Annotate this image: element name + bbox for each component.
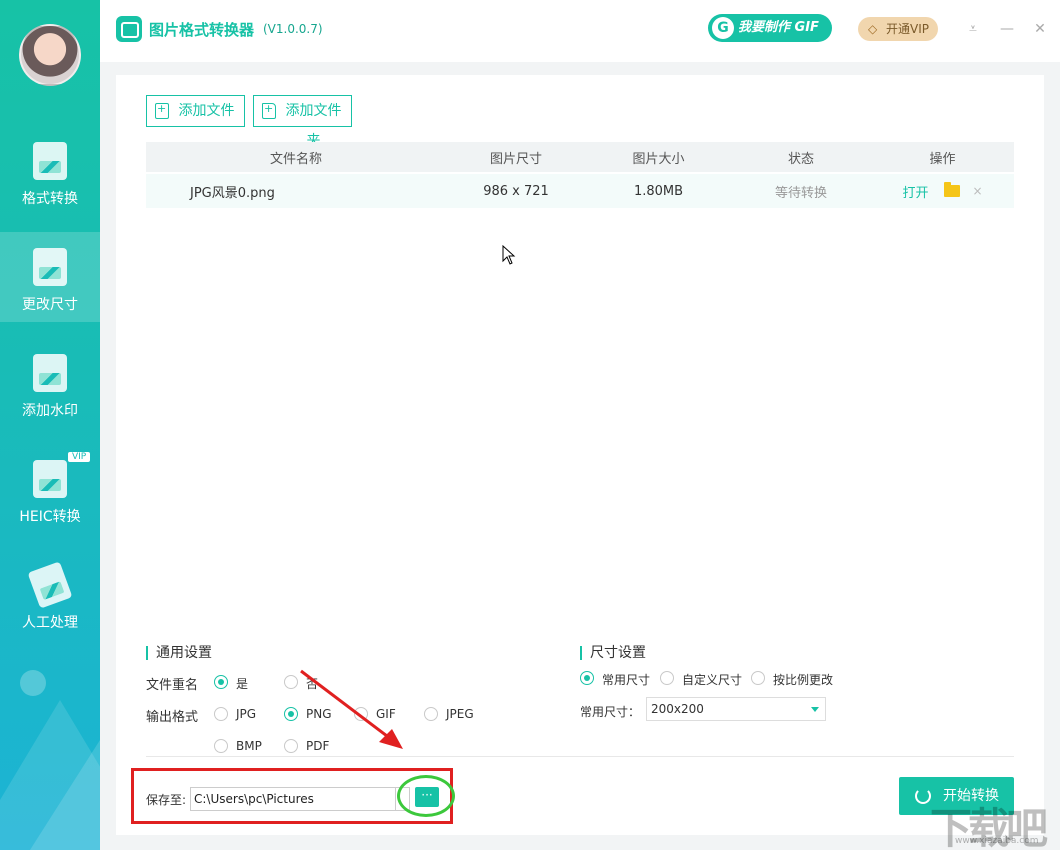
make-gif-label: 我要制作 GIF [738, 20, 819, 35]
app-version: (V1.0.0.7) [263, 22, 323, 36]
col-header-dimensions: 图片尺寸 [489, 151, 542, 167]
image-convert-icon [33, 142, 67, 180]
minimize-icon[interactable]: — [998, 20, 1016, 38]
decor-circle [20, 670, 46, 696]
sidebar-item-heic[interactable]: VIP HEIC转换 [0, 444, 100, 534]
rename-yes-label: 是 [236, 677, 249, 691]
output-format-label: 输出格式 [146, 710, 199, 725]
size-custom-label: 自定义尺寸 [682, 673, 743, 687]
add-file-label: 添加文件 [178, 103, 235, 119]
add-folder-icon [262, 102, 276, 119]
size-common-label: 常用尺寸 [602, 673, 651, 687]
sidebar-item-label: 人工处理 [22, 615, 78, 631]
diamond-icon: ◇ [868, 22, 878, 36]
decor-mountain [30, 740, 100, 850]
open-vip-button[interactable]: ◇ 开通VIP [858, 17, 938, 41]
watermark-icon [33, 354, 67, 392]
menu-dropdown-icon[interactable]: ⩡ [964, 20, 982, 38]
size-common-radio[interactable] [580, 671, 594, 685]
format-jpg-label: JPG [236, 707, 257, 721]
close-icon[interactable]: ✕ [1031, 20, 1049, 38]
app-title: 图片格式转换器 [149, 21, 255, 39]
table-header: 文件名称 图片尺寸 图片大小 状态 操作 [146, 142, 1014, 172]
format-bmp-radio[interactable] [214, 739, 228, 753]
divider [146, 756, 1014, 757]
sidebar-item-resize[interactable]: 更改尺寸 [0, 232, 100, 322]
add-file-button[interactable]: 添加文件 [146, 95, 245, 127]
folder-icon[interactable] [944, 182, 961, 197]
vip-badge: VIP [68, 452, 91, 462]
watermark-url: www.xiazaiba.com [955, 836, 1039, 846]
size-custom-radio[interactable] [660, 671, 674, 685]
common-size-value: 200x200 [651, 702, 704, 716]
col-header-name: 文件名称 [269, 151, 322, 167]
common-size-label: 常用尺寸： [580, 705, 641, 719]
sidebar: 格式转换 更改尺寸 添加水印 VIP HEIC转换 人工处理 [0, 0, 100, 850]
sidebar-item-manual[interactable]: 人工处理 [0, 550, 100, 640]
status-text: 等待转换 [774, 185, 827, 201]
common-size-select[interactable]: 200x200 [646, 697, 826, 721]
row-actions: 打开 × [871, 174, 1014, 208]
size-settings-title: 尺寸设置 [580, 646, 646, 660]
size-ratio-radio[interactable] [751, 671, 765, 685]
title-bar: 图片格式转换器 (V1.0.0.7) G 我要制作 GIF ◇ 开通VIP ⩡ … [100, 0, 1060, 62]
file-name: JPG风景0.png [190, 185, 275, 201]
file-status: 等待转换 [731, 174, 871, 208]
annotation-arrow-icon [300, 669, 403, 749]
col-header-actions: 操作 [929, 151, 956, 167]
format-jpeg-radio[interactable] [424, 707, 438, 721]
refresh-icon [915, 788, 931, 804]
sidebar-item-label: 添加水印 [22, 403, 78, 419]
sidebar-item-format-convert[interactable]: 格式转换 [0, 126, 100, 216]
chevron-down-icon [811, 707, 819, 712]
file-table: 文件名称 图片尺寸 图片大小 状态 操作 JPG风景0.png 986 x 72… [146, 142, 1014, 208]
sidebar-item-label: HEIC转换 [19, 509, 81, 525]
sidebar-item-label: 更改尺寸 [22, 297, 78, 313]
open-file-link[interactable]: 打开 [902, 182, 928, 201]
app-logo-icon [116, 16, 142, 42]
format-jpg-radio[interactable] [214, 707, 228, 721]
col-header-size: 图片大小 [632, 151, 685, 167]
gif-logo-icon: G [712, 17, 734, 39]
format-jpeg-label: JPEG [446, 707, 474, 721]
file-dimensions: 986 x 721 [483, 183, 549, 199]
image-resize-icon [33, 248, 67, 286]
rename-yes-radio[interactable] [214, 675, 228, 689]
delete-icon[interactable]: × [972, 184, 982, 198]
format-bmp-label: BMP [236, 739, 262, 753]
add-file-icon [155, 102, 169, 119]
manual-process-icon [27, 561, 73, 609]
heic-icon [33, 460, 67, 498]
sidebar-item-watermark[interactable]: 添加水印 [0, 338, 100, 428]
rename-label: 文件重名 [146, 678, 199, 693]
col-header-status: 状态 [787, 151, 814, 167]
size-ratio-label: 按比例更改 [773, 673, 834, 687]
mouse-cursor-icon [502, 245, 516, 265]
annotation-green-ring [397, 775, 455, 817]
general-settings-title: 通用设置 [146, 646, 212, 660]
table-row[interactable]: JPG风景0.png 986 x 721 1.80MB 等待转换 打开 × [146, 174, 1014, 208]
add-folder-button[interactable]: 添加文件夹 [253, 95, 352, 149]
main-panel: 添加文件 添加文件夹 文件名称 图片尺寸 图片大小 状态 操作 JPG风景0.p… [116, 75, 1044, 835]
open-vip-label: 开通VIP [886, 22, 929, 36]
sidebar-item-label: 格式转换 [22, 191, 78, 207]
user-avatar[interactable] [19, 24, 81, 86]
file-size: 1.80MB [633, 183, 684, 199]
make-gif-button[interactable]: G 我要制作 GIF [708, 14, 832, 42]
